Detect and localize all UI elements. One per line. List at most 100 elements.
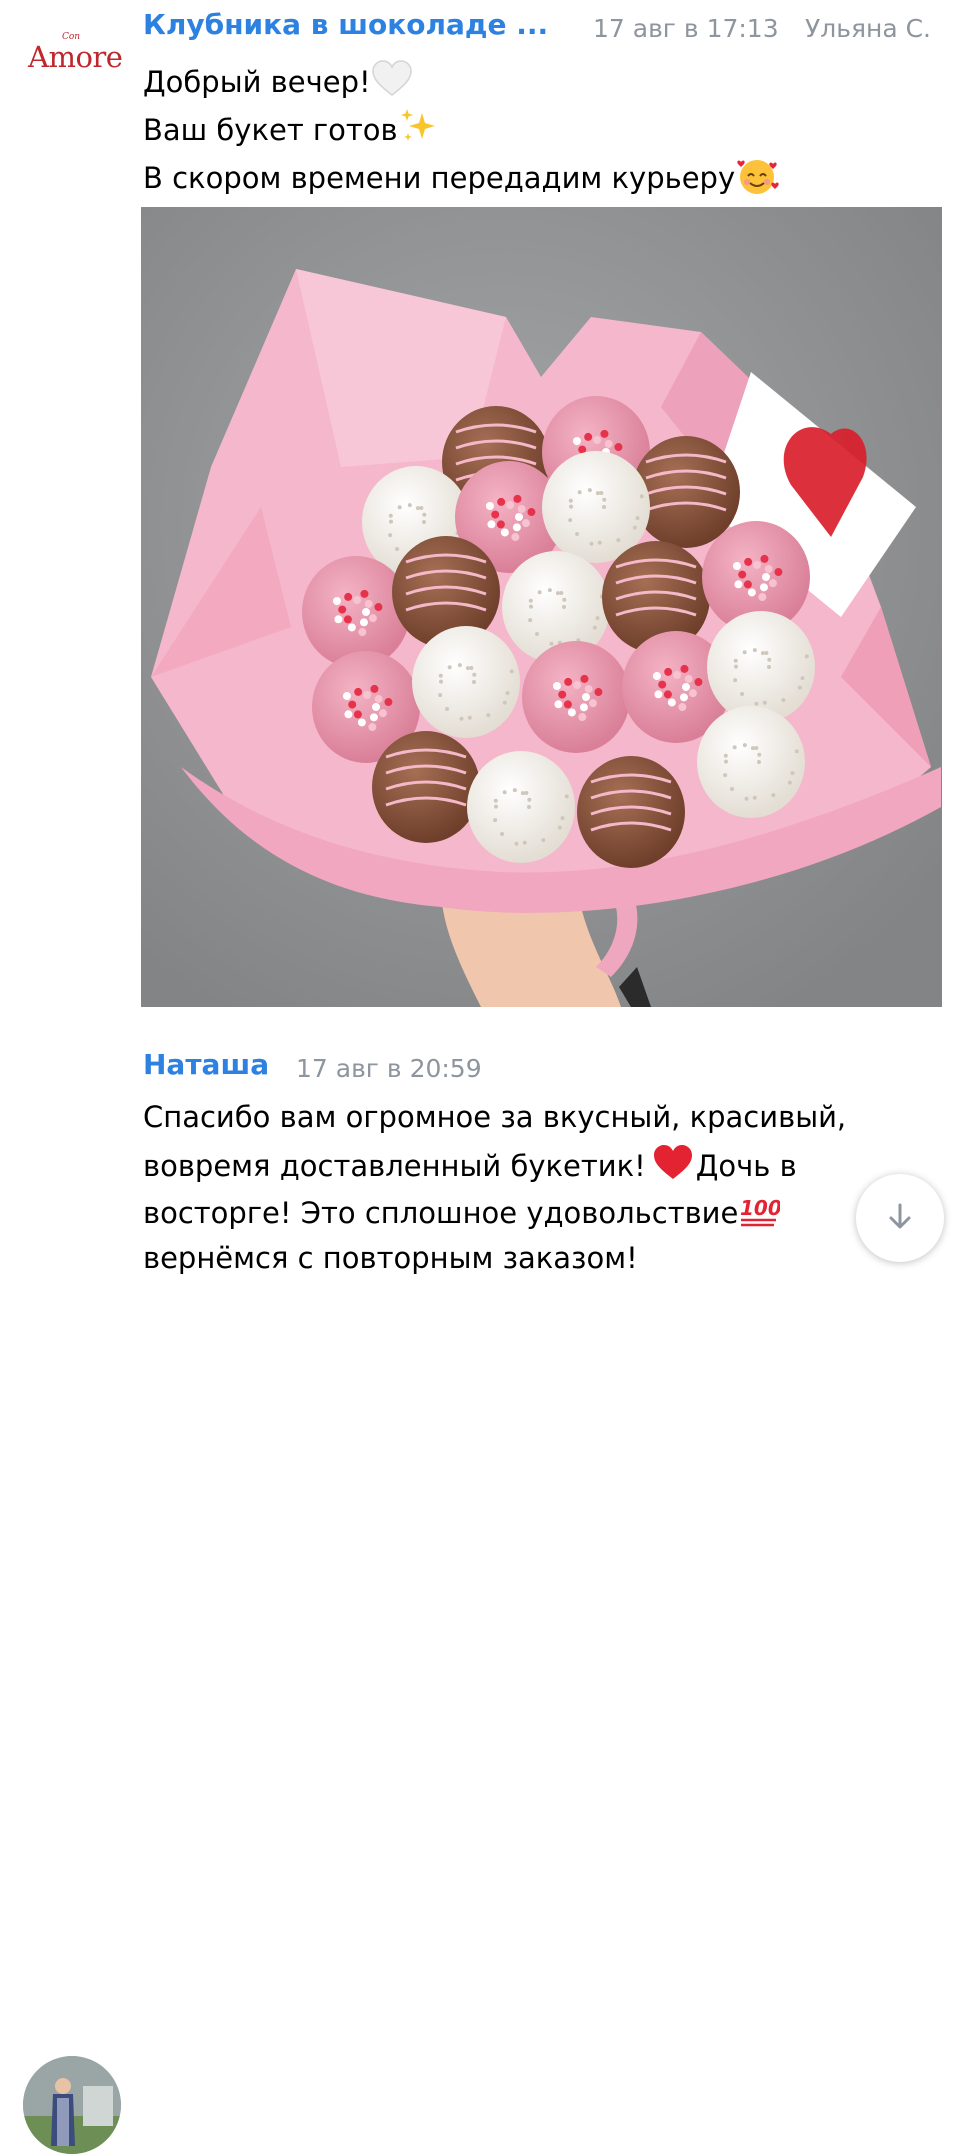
coconut-flake [723,773,728,778]
coconut-flake [422,512,427,517]
red-heart-icon [652,1144,694,1192]
coconut-flake [733,678,738,683]
coconut-flake [457,663,462,668]
sprinkle [747,588,756,597]
sprinkle [768,579,777,588]
post-text-line-2: Ваш букет готов [143,107,442,157]
coconut-flake [587,488,592,493]
post-photo[interactable] [141,207,942,1007]
coconut-flake [486,713,491,718]
coconut-flake [388,513,393,518]
coconut-flake [527,805,531,809]
sprinkle [487,520,496,529]
sprinkle [362,608,370,616]
coconut-flake [467,715,472,720]
sprinkle [342,692,351,700]
sparkles-icon [398,107,442,157]
post-text-1: Добрый вечер! [143,65,371,99]
coconut-flake [512,788,517,793]
berry-coconut [697,706,805,818]
coconut-flake [757,752,762,757]
arrow-down-icon [883,1199,917,1237]
sprinkle [496,520,505,529]
coconut-flake [472,672,477,677]
sprinkle [774,568,783,577]
coconut-flake [771,793,776,798]
coconut-flake [589,541,594,546]
sprinkle [513,494,522,503]
post-publisher[interactable]: Ульяна С. [805,14,931,43]
smiling-face-with-hearts-icon [735,154,781,206]
comment-text-line-4: вернёмся с повторным заказом! [143,1238,638,1278]
coconut-flake [760,651,765,656]
sprinkle [760,554,769,563]
coconut-flake [447,665,452,670]
comment-date[interactable]: 17 авг в 20:59 [296,1054,482,1083]
coconut-flake [562,605,566,609]
coconut-flake [744,796,749,801]
hundred-points-icon: 100 [738,1191,782,1239]
sprinkle [517,504,526,513]
logo-big-text: Amore [28,40,123,74]
coconut-flake [797,685,802,690]
sprinkle [374,603,383,612]
coconut-flake [794,749,799,754]
coconut-flake [514,841,519,846]
post-author-link[interactable]: Клубника в шоколаде ... [143,8,548,41]
coconut-flake [742,650,747,655]
coconut-flake [528,618,533,623]
coconut-flake [733,658,738,663]
coconut-flake [752,648,757,653]
berry-coconut [707,611,815,723]
sprinkle [614,443,623,452]
sprinkle [348,700,357,709]
sprinkle [753,561,762,570]
coconut-flake [509,669,514,674]
coconut-flake [547,588,552,593]
sprinkle [363,691,372,700]
sprinkle [338,605,347,614]
sprinkle [368,614,377,623]
coconut-flake [597,540,602,545]
coconut-flake [560,816,565,821]
sprinkle [521,519,530,528]
sprinkle [738,570,747,579]
coconut-flake [388,533,393,538]
coconut-flake [472,680,476,684]
con-amore-logo[interactable]: Con Amore [28,28,123,82]
sprinkle [744,557,753,566]
coconut-flake [804,654,809,659]
sprinkle [491,510,500,519]
coconut-flake [754,701,759,706]
coconut-flake [502,790,507,795]
coconut-flake [493,798,498,803]
post-date[interactable]: 17 авг в 17:13 [593,14,779,43]
coconut-flake [639,494,644,499]
sprinkle [360,589,369,598]
comment-author-link[interactable]: Наташа [143,1048,269,1081]
coconut-flake [535,632,540,637]
scroll-down-button[interactable] [856,1174,944,1262]
natasha-avatar[interactable] [23,2056,121,2154]
sprinkle [694,678,703,687]
coconut-flake [568,518,573,523]
sprinkle [684,674,693,683]
sprinkle [368,723,377,732]
sprinkle [682,683,690,691]
coconut-flake [407,503,412,508]
berry-coconut [412,626,520,738]
sprinkle [652,672,661,680]
sprinkle [680,664,689,673]
white-heart-icon [371,60,413,108]
coconut-flake [616,538,621,543]
sprinkle [554,700,563,709]
sprinkle [664,667,673,676]
comment-text-1: Спасибо вам огромное за вкусный, красивы… [143,1100,847,1134]
coconut-flake [493,818,498,823]
coconut-flake [422,520,426,524]
coconut-flake [529,604,534,609]
sprinkle [584,432,593,441]
sprinkle [332,597,341,605]
coconut-flake [557,825,562,830]
coconut-flake [767,657,772,662]
